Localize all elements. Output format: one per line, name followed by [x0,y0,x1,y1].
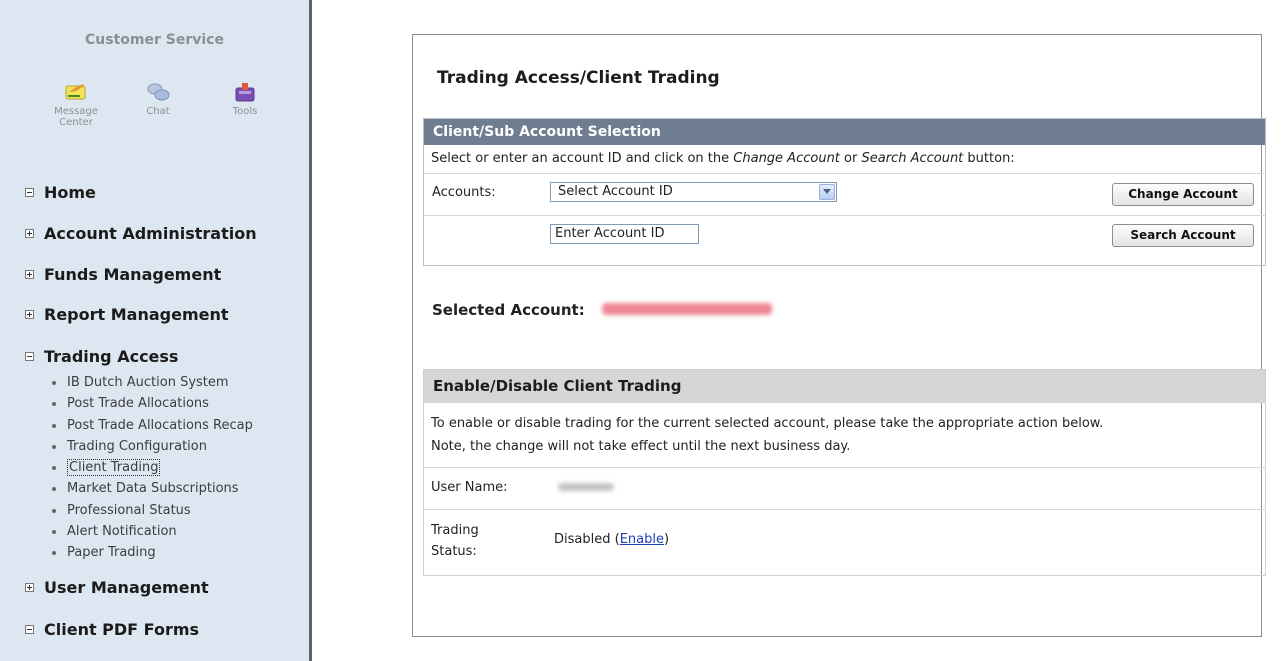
nav-home[interactable]: Home [25,183,96,202]
trading-access-submenu: IB Dutch Auction System Post Trade Alloc… [50,372,253,564]
search-account-button[interactable]: Search Account [1112,224,1254,247]
tools-button[interactable]: Tools [222,80,268,117]
redacted-account-value [602,303,772,315]
chat-button[interactable]: Chat [135,80,181,117]
message-center-label-2: Center [59,117,93,128]
enable-description: To enable or disable trading for the cur… [424,403,1265,468]
expand-icon [25,310,34,319]
subnav-ib-dutch-auction[interactable]: IB Dutch Auction System [50,372,253,393]
nav-funds-management-label: Funds Management [44,265,222,284]
nav-client-pdf-forms-label: Client PDF Forms [44,620,200,639]
collapse-icon [25,625,34,634]
trading-status-row: Trading Status: Disabled (Enable) [424,510,1265,574]
trading-status-value: Disabled (Enable) [554,532,670,547]
accounts-label: Accounts: [432,185,496,200]
nav-trading-access-label: Trading Access [44,347,179,366]
enable-link[interactable]: Enable [620,532,664,547]
nav-trading-access[interactable]: Trading Access [25,347,178,366]
chat-icon [147,83,170,101]
user-name-row: User Name: [424,468,1265,510]
nav-report-management-label: Report Management [44,305,229,324]
nav-funds-management[interactable]: Funds Management [25,265,221,284]
account-id-input[interactable]: Enter Account ID [550,224,699,244]
trading-status-label: Trading Status: [431,523,479,559]
enable-disable-header: Enable/Disable Client Trading [424,370,1265,403]
selected-account-label: Selected Account: [432,301,585,319]
expand-icon [25,270,34,279]
sidebar: Customer Service Message Center Chat Too… [0,0,312,661]
nav-user-management[interactable]: User Management [25,578,209,597]
nav-account-administration-label: Account Administration [44,224,257,243]
chevron-down-icon[interactable] [819,184,835,200]
tools-label: Tools [232,106,258,117]
message-center-button[interactable]: Message Center [49,80,103,128]
accounts-row: Accounts: Select Account ID Change Accou… [424,174,1265,216]
subnav-post-trade-allocations[interactable]: Post Trade Allocations [50,393,253,414]
subnav-trading-configuration[interactable]: Trading Configuration [50,436,253,457]
redacted-user-name [558,483,614,491]
nav-user-management-label: User Management [44,578,209,597]
selection-instruction: Select or enter an account ID and click … [424,145,1265,174]
chat-label: Chat [146,106,170,117]
subnav-alert-notification[interactable]: Alert Notification [50,521,253,542]
expand-icon [25,583,34,592]
subnav-market-data-subscriptions[interactable]: Market Data Subscriptions [50,478,253,499]
nav-client-pdf-forms[interactable]: Client PDF Forms [25,620,199,639]
expand-icon [25,229,34,238]
customer-service-title: Customer Service [85,32,224,48]
account-selection-section: Client/Sub Account Selection Select or e… [423,118,1266,266]
account-selection-header: Client/Sub Account Selection [424,119,1265,145]
enable-disable-section: Enable/Disable Client Trading To enable … [423,369,1266,576]
message-center-icon [65,84,86,100]
nav-report-management[interactable]: Report Management [25,305,229,324]
collapse-icon [25,352,34,361]
subnav-paper-trading[interactable]: Paper Trading [50,542,253,563]
account-select[interactable]: Select Account ID [550,182,837,202]
tools-icon [235,83,255,102]
subnav-professional-status[interactable]: Professional Status [50,500,253,521]
change-account-button[interactable]: Change Account [1112,183,1254,206]
search-row: Enter Account ID Search Account [424,216,1265,255]
account-select-value: Select Account ID [558,184,673,199]
subnav-client-trading[interactable]: Client Trading [50,457,253,478]
nav-account-administration[interactable]: Account Administration [25,224,257,243]
collapse-icon [25,188,34,197]
message-center-label-1: Message [54,106,98,117]
nav-home-label: Home [44,183,96,202]
user-name-label: User Name: [431,480,508,495]
subnav-post-trade-allocations-recap[interactable]: Post Trade Allocations Recap [50,415,253,436]
page-title: Trading Access/Client Trading [437,68,720,88]
